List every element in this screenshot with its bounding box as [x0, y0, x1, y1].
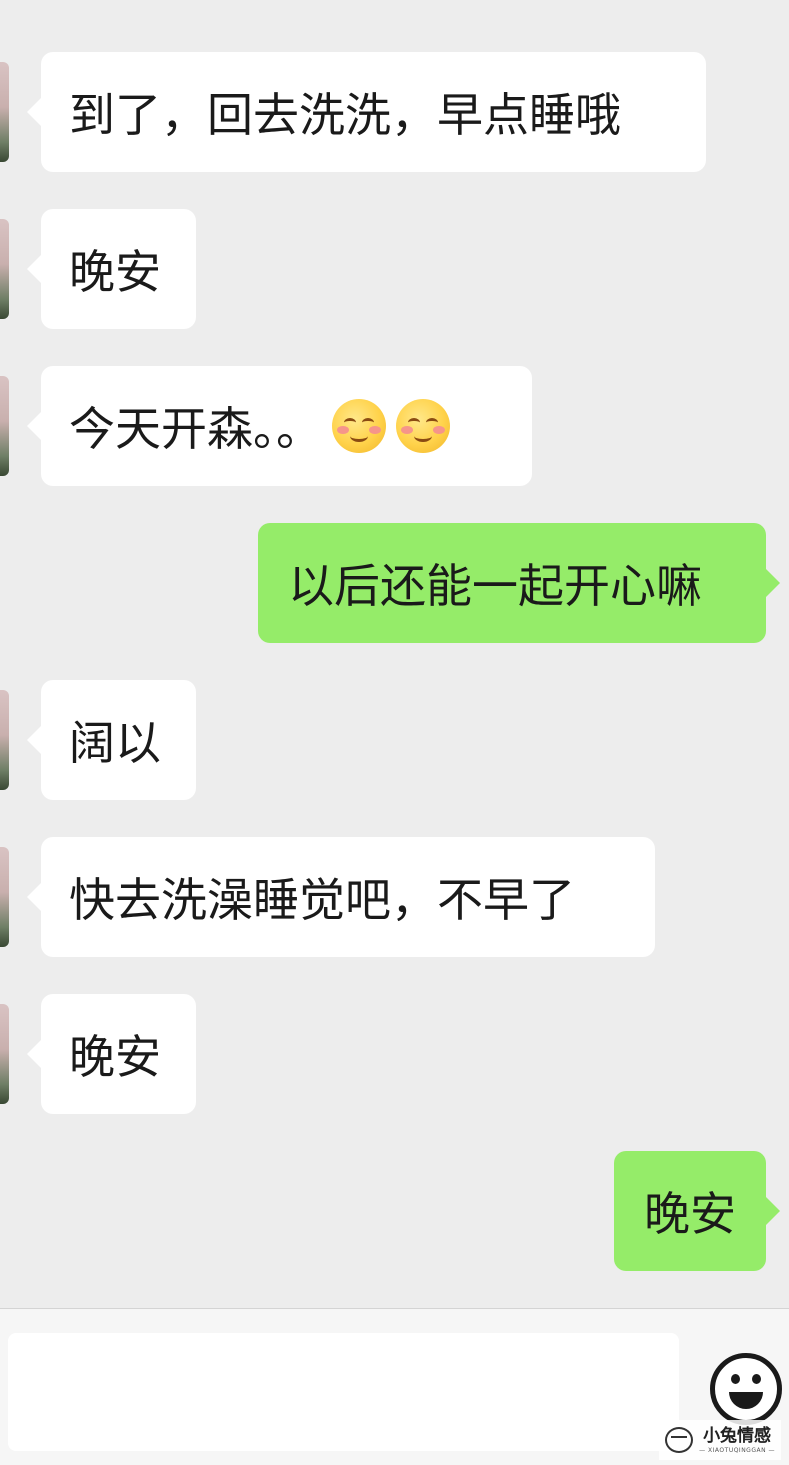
- watermark-logo: 小兔情感 — XIAOTUQINGGAN —: [659, 1420, 781, 1460]
- smiling-blush-emoji-icon: [332, 399, 386, 453]
- contact-avatar[interactable]: [0, 847, 9, 947]
- incoming-message[interactable]: 晚安: [27, 209, 196, 329]
- incoming-message[interactable]: 到了，回去洗洗，早点睡哦: [27, 52, 706, 172]
- message-text: 阔以: [69, 716, 161, 770]
- incoming-message[interactable]: 阔以: [27, 680, 196, 800]
- message-text: 晚安: [69, 245, 161, 299]
- message-text: 晚安: [644, 1187, 736, 1241]
- incoming-message[interactable]: 快去洗澡睡觉吧，不早了: [27, 837, 655, 957]
- contact-avatar[interactable]: [0, 62, 9, 162]
- message-text: 以后还能一起开心嘛: [288, 559, 702, 613]
- contact-avatar[interactable]: [0, 219, 9, 319]
- message-text: 到了，回去洗洗，早点睡哦: [69, 88, 621, 142]
- watermark-title: 小兔情感: [703, 1425, 772, 1446]
- smiley-face-icon: [731, 1374, 740, 1384]
- message-text: 晚安: [69, 1030, 161, 1084]
- contact-avatar[interactable]: [0, 1004, 9, 1104]
- contact-avatar[interactable]: [0, 376, 9, 476]
- contact-avatar[interactable]: [0, 690, 9, 790]
- rabbit-logo-icon: [665, 1427, 694, 1453]
- incoming-message[interactable]: 晚安: [27, 994, 196, 1114]
- outgoing-message[interactable]: 以后还能一起开心嘛: [258, 523, 780, 643]
- watermark-subtitle: — XIAOTUQINGGAN —: [699, 1446, 775, 1454]
- outgoing-message[interactable]: 晚安: [614, 1151, 780, 1271]
- message-text: 今天开森。。: [69, 402, 322, 456]
- message-input[interactable]: [8, 1333, 679, 1451]
- incoming-message[interactable]: 今天开森。。: [27, 366, 532, 486]
- smiling-blush-emoji-icon: [396, 399, 450, 453]
- emoji-button[interactable]: [710, 1353, 782, 1425]
- message-text: 快去洗澡睡觉吧，不早了: [69, 873, 575, 927]
